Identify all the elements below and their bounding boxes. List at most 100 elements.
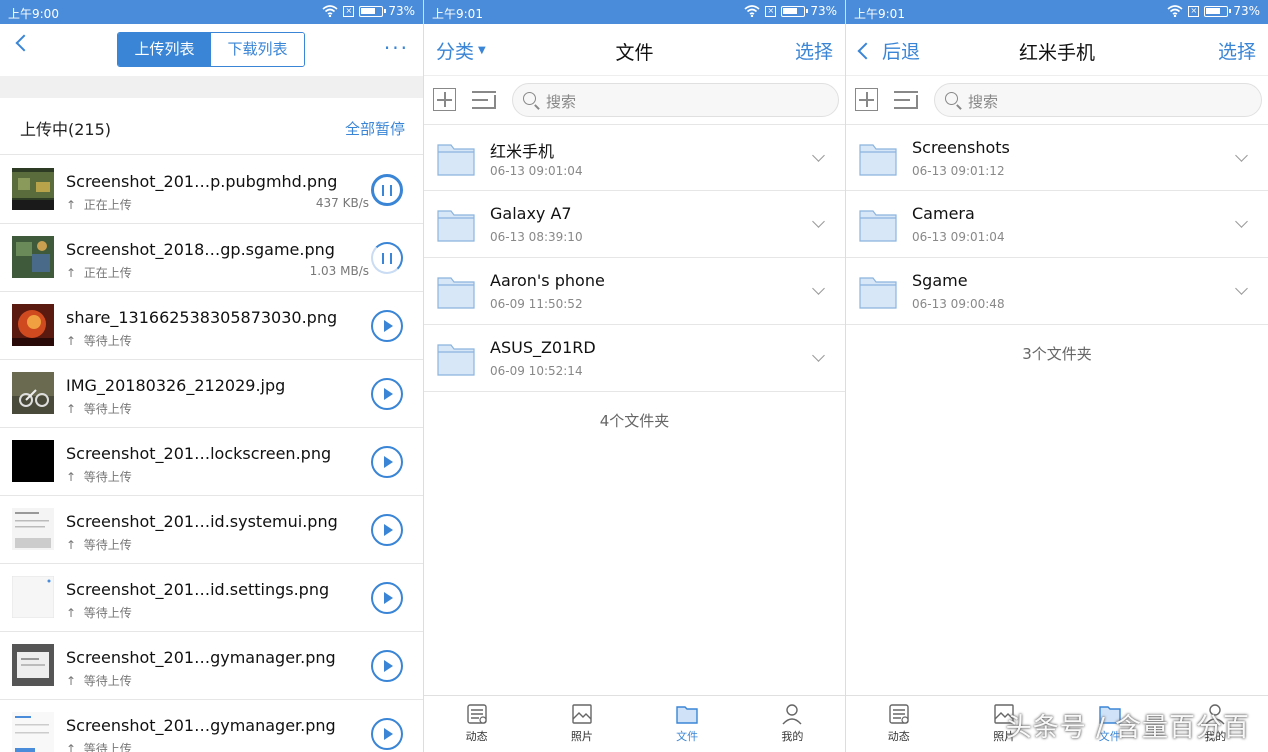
back-button[interactable] bbox=[12, 34, 33, 52]
folder-name: Camera bbox=[912, 204, 975, 223]
new-folder-icon[interactable] bbox=[433, 88, 456, 111]
start-button[interactable] bbox=[371, 650, 403, 682]
play-icon bbox=[384, 592, 393, 604]
select-button[interactable]: 选择 bbox=[1218, 37, 1256, 64]
more-icon[interactable]: ··· bbox=[384, 36, 409, 60]
chevron-down-icon[interactable] bbox=[812, 215, 825, 228]
upload-speed: 1.03 MB/s bbox=[309, 264, 369, 278]
battery-icon bbox=[781, 5, 809, 17]
file-name: Screenshot_201…gymanager.png bbox=[66, 716, 336, 735]
folder-icon bbox=[437, 344, 475, 376]
file-name: Screenshot_201…id.systemui.png bbox=[66, 512, 338, 531]
file-toolbar: 搜索 bbox=[424, 76, 845, 124]
file-name: Screenshot_201…p.pubgmhd.png bbox=[66, 172, 338, 191]
tab-activity[interactable]: 动态 bbox=[846, 696, 952, 752]
start-button[interactable] bbox=[371, 378, 403, 410]
chevron-down-icon[interactable] bbox=[1235, 215, 1248, 228]
folder-name: 红米手机 bbox=[490, 142, 555, 161]
upload-item[interactable]: Screenshot_201…id.settings.png ↑ 等待上传 bbox=[0, 564, 423, 632]
folder-row[interactable]: Camera 06-13 09:01:04 bbox=[846, 191, 1268, 258]
sort-icon[interactable] bbox=[894, 89, 920, 111]
folder-icon bbox=[437, 144, 475, 176]
battery-icon bbox=[359, 5, 387, 17]
start-button[interactable] bbox=[371, 446, 403, 478]
chevron-down-icon[interactable] bbox=[812, 149, 825, 162]
tab-upload-list[interactable]: 上传列表 bbox=[118, 33, 211, 66]
wifi-icon bbox=[322, 5, 338, 17]
folder-date: 06-13 09:01:04 bbox=[490, 164, 583, 178]
thumbnail bbox=[12, 236, 54, 278]
chevron-down-icon[interactable] bbox=[1235, 149, 1248, 162]
start-button[interactable] bbox=[371, 310, 403, 342]
upload-status: ↑ 等待上传 bbox=[66, 606, 132, 620]
upload-item[interactable]: Screenshot_201…id.systemui.png ↑ 等待上传 bbox=[0, 496, 423, 564]
status-time: 上午9:01 bbox=[432, 7, 483, 21]
battery-percent: 73% bbox=[810, 4, 837, 18]
pause-all-button[interactable]: 全部暂停 bbox=[345, 118, 405, 139]
tab-photos[interactable]: 照片 bbox=[529, 696, 634, 752]
folder-row[interactable]: Galaxy A7 06-13 08:39:10 bbox=[424, 191, 845, 258]
chevron-down-icon[interactable] bbox=[1235, 282, 1248, 295]
tab-files[interactable]: 文件 bbox=[635, 696, 740, 752]
folder-date: 06-09 10:52:14 bbox=[490, 364, 583, 378]
chevron-down-icon[interactable] bbox=[812, 349, 825, 362]
file-name: Screenshot_201…lockscreen.png bbox=[66, 444, 332, 463]
upload-item[interactable]: Screenshot_2018…gp.sgame.png ↑ 正在上传 1.03… bbox=[0, 224, 423, 292]
search-input[interactable]: 搜索 bbox=[512, 83, 839, 117]
top-nav: 分类 ▼ 文件 选择 bbox=[424, 24, 845, 76]
tab-me[interactable]: 我的 bbox=[740, 696, 845, 752]
folder-icon bbox=[437, 277, 475, 309]
folder-name: Aaron's phone bbox=[490, 271, 605, 290]
thumbnail bbox=[12, 372, 54, 414]
upload-item[interactable]: Screenshot_201…p.pubgmhd.png ↑ 正在上传 437 … bbox=[0, 156, 423, 224]
folder-icon bbox=[859, 277, 897, 309]
folder-name: ASUS_Z01RD bbox=[490, 338, 596, 357]
upload-item[interactable]: share_131662538305873030.png ↑ 等待上传 bbox=[0, 292, 423, 360]
file-name: IMG_20180326_212029.jpg bbox=[66, 376, 286, 395]
folder-row[interactable]: ASUS_Z01RD 06-09 10:52:14 bbox=[424, 325, 845, 392]
play-icon bbox=[384, 524, 393, 536]
pause-button[interactable] bbox=[371, 174, 403, 206]
folder-icon bbox=[676, 706, 698, 724]
folder-row[interactable]: Screenshots 06-13 09:01:12 bbox=[846, 124, 1268, 191]
tab-activity[interactable]: 动态 bbox=[424, 696, 529, 752]
upload-status: ↑ 等待上传 bbox=[66, 742, 132, 752]
folder-row[interactable]: Sgame 06-13 09:00:48 bbox=[846, 258, 1268, 325]
upload-section-header: 上传中(215) 全部暂停 bbox=[0, 98, 423, 155]
play-icon bbox=[384, 388, 393, 400]
upload-item[interactable]: Screenshot_201…gymanager.png ↑ 等待上传 bbox=[0, 700, 423, 752]
start-button[interactable] bbox=[371, 718, 403, 750]
pause-button[interactable] bbox=[371, 242, 403, 274]
sim-icon: × bbox=[343, 5, 355, 17]
chevron-down-icon[interactable] bbox=[812, 282, 825, 295]
pause-icon bbox=[382, 253, 392, 264]
start-button[interactable] bbox=[371, 582, 403, 614]
upload-status: ↑ 正在上传 bbox=[66, 266, 132, 280]
redmi-folder-screen: 上午9:01 × 73% 后退 红米手机 选择 搜索 Screenshots 0… bbox=[845, 0, 1268, 752]
file-toolbar: 搜索 bbox=[846, 76, 1268, 124]
upload-item[interactable]: Screenshot_201…gymanager.png ↑ 等待上传 bbox=[0, 632, 423, 700]
upload-list-screen: 上午9:00 × 73% 上传列表 下载列表 ··· 上传中(215) 全部暂停… bbox=[0, 0, 423, 752]
start-button[interactable] bbox=[371, 514, 403, 546]
upload-status: ↑ 等待上传 bbox=[66, 470, 132, 484]
status-time: 上午9:01 bbox=[854, 7, 905, 21]
sort-icon[interactable] bbox=[472, 89, 498, 111]
select-button[interactable]: 选择 bbox=[795, 37, 833, 64]
folder-row[interactable]: 红米手机 06-13 09:01:04 bbox=[424, 124, 845, 191]
folder-row[interactable]: Aaron's phone 06-09 11:50:52 bbox=[424, 258, 845, 325]
tab-download-list[interactable]: 下载列表 bbox=[211, 33, 304, 66]
new-folder-icon[interactable] bbox=[855, 88, 878, 111]
status-bar: 上午9:01 × 73% bbox=[424, 0, 845, 24]
divider bbox=[0, 76, 423, 98]
sim-icon: × bbox=[1188, 5, 1200, 17]
upload-item[interactable]: IMG_20180326_212029.jpg ↑ 等待上传 bbox=[0, 360, 423, 428]
file-name: Screenshot_201…gymanager.png bbox=[66, 648, 336, 667]
upload-status: ↑ 等待上传 bbox=[66, 334, 132, 348]
folder-name: Screenshots bbox=[912, 138, 1010, 157]
search-input[interactable]: 搜索 bbox=[934, 83, 1262, 117]
upload-item[interactable]: Screenshot_201…lockscreen.png ↑ 等待上传 bbox=[0, 428, 423, 496]
wifi-icon bbox=[744, 5, 760, 17]
sim-icon: × bbox=[765, 5, 777, 17]
folder-icon bbox=[437, 210, 475, 242]
thumbnail bbox=[12, 304, 54, 346]
